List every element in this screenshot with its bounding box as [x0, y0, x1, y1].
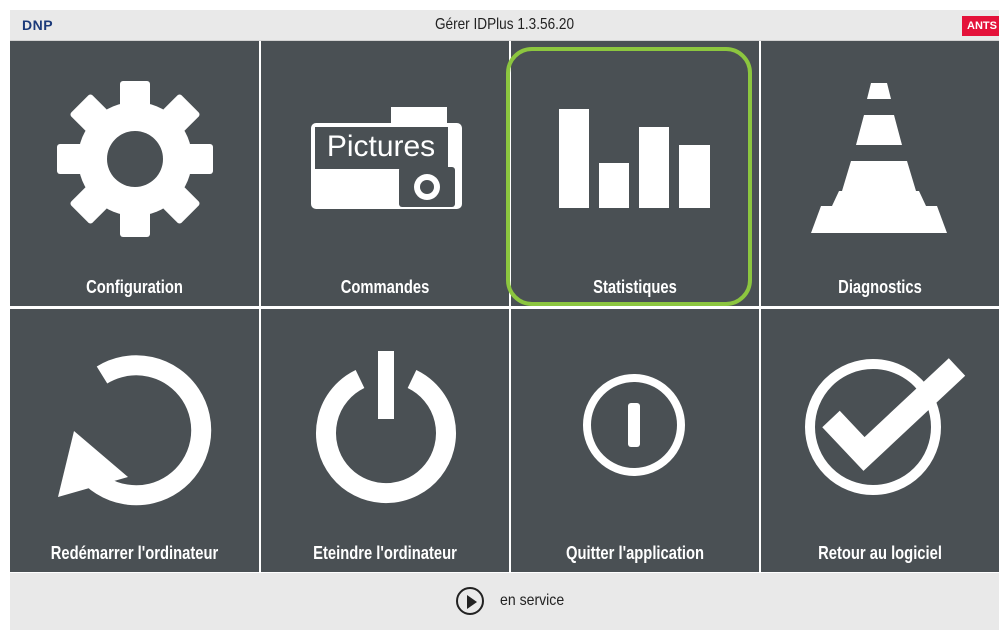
configuration-tile[interactable]: Configuration [10, 41, 259, 306]
ants-badge: ANTS [962, 16, 999, 36]
tile-label-quit: Quitter l'application [565, 543, 704, 563]
title-bar: DNP Gérer IDPlus 1.3.56.20 ANTS [10, 10, 999, 41]
checkmark-icon [805, 358, 966, 495]
tile-label-statistiques: Statistiques [593, 277, 677, 297]
tile-label-configuration: Configuration [86, 277, 183, 297]
bar-chart-icon [559, 109, 710, 208]
app-window: DNP Gérer IDPlus 1.3.56.20 ANTS Configur… [0, 0, 999, 630]
statistiques-tile[interactable]: Statistiques [511, 41, 759, 306]
exit-icon [583, 374, 685, 476]
pictures-text: Pictures [327, 130, 435, 163]
menu-grid: Configuration Pictures Commandes Statist… [10, 41, 999, 572]
restart-tile[interactable]: Redémarrer l'ordinateur [10, 309, 259, 572]
brand-logo: DNP [22, 17, 54, 33]
diagnostics-tile[interactable]: Diagnostics [761, 41, 999, 306]
commandes-tile[interactable]: Pictures Commandes [261, 41, 509, 306]
gear-icon [57, 81, 213, 237]
traffic-cone-icon [811, 83, 947, 233]
tile-label-shutdown: Eteindre l'ordinateur [313, 543, 457, 563]
pictures-camera-icon: Pictures [311, 107, 462, 209]
tile-label-diagnostics: Diagnostics [838, 277, 922, 297]
window-title: Gérer IDPlus 1.3.56.20 [434, 16, 575, 33]
power-icon [316, 351, 456, 503]
tile-label-restart: Redémarrer l'ordinateur [50, 543, 219, 563]
tile-label-return: Retour au logiciel [818, 543, 942, 563]
play-icon[interactable] [456, 587, 484, 615]
shutdown-tile[interactable]: Eteindre l'ordinateur [261, 309, 509, 572]
status-text: en service [500, 592, 565, 609]
tile-label-commandes: Commandes [340, 277, 430, 297]
restart-icon [58, 355, 212, 506]
return-tile[interactable]: Retour au logiciel [761, 309, 999, 572]
quit-tile[interactable]: Quitter l'application [511, 309, 759, 572]
